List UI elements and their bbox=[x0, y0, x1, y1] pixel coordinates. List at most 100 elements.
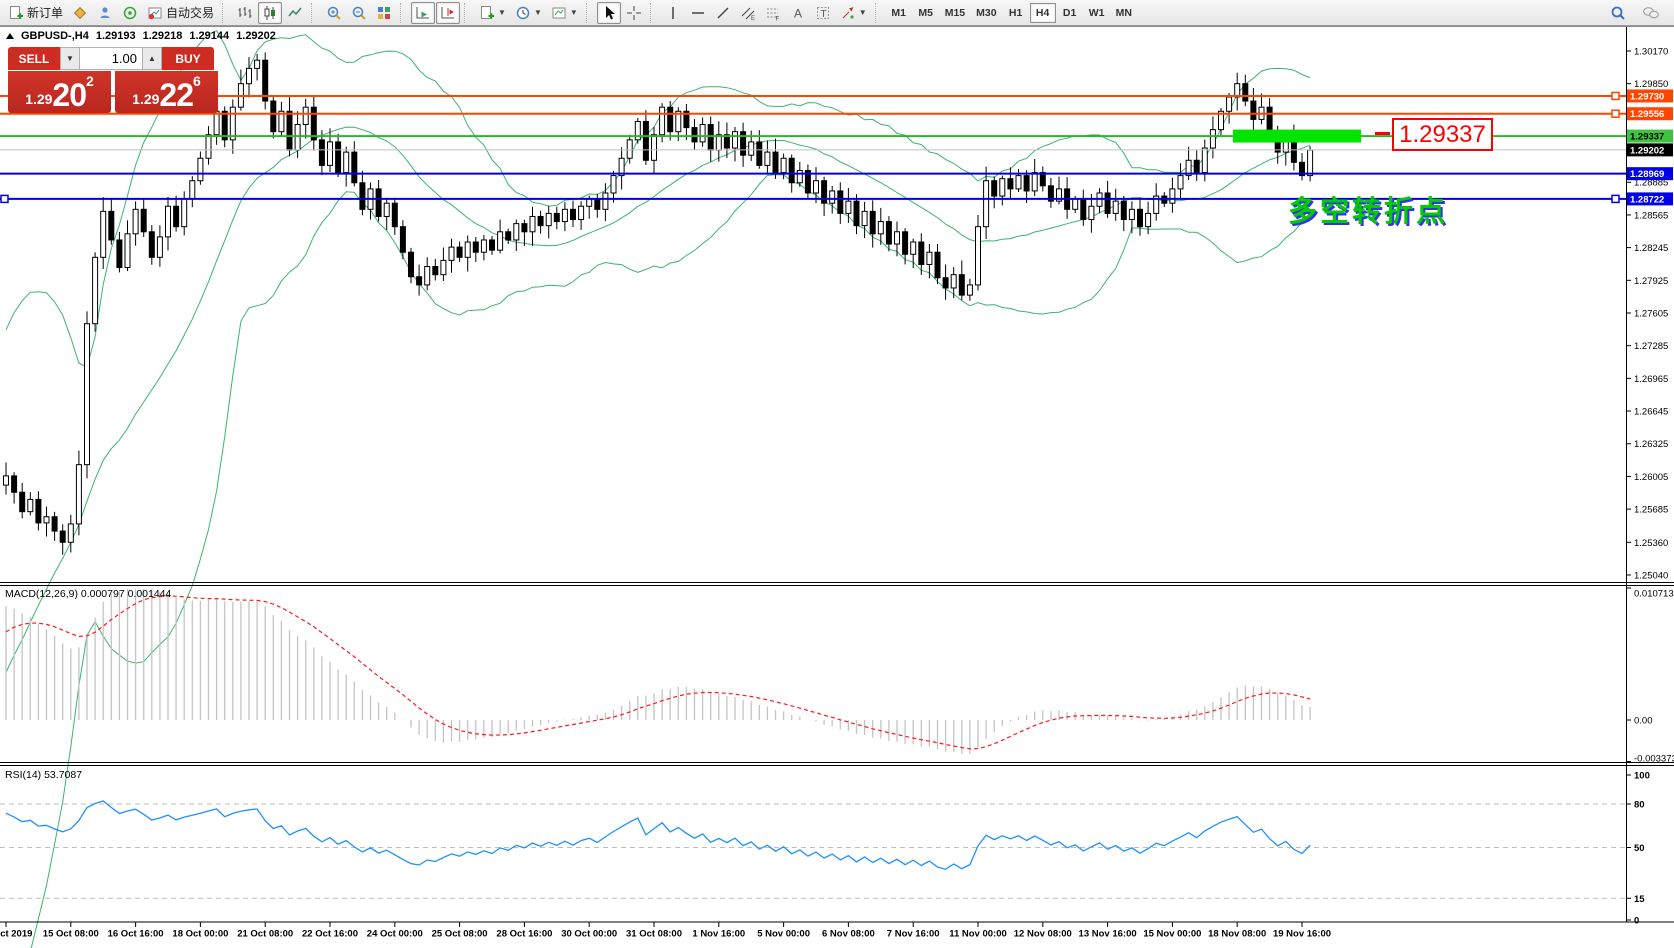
equidistant-channel-button[interactable]: E bbox=[736, 2, 760, 24]
autotrading-button[interactable]: 自动交易 bbox=[143, 2, 218, 24]
candle-body bbox=[417, 277, 422, 285]
chat-icon[interactable] bbox=[1638, 2, 1664, 24]
candle-body bbox=[287, 111, 292, 150]
crosshair-button[interactable] bbox=[622, 2, 646, 24]
cursor-button[interactable] bbox=[597, 2, 621, 24]
axis-label: 19 Nov 16:00 bbox=[1273, 929, 1331, 940]
line-chart-button[interactable] bbox=[283, 2, 307, 24]
candle-body bbox=[214, 111, 219, 134]
new-order-button[interactable]: 新订单 bbox=[4, 2, 67, 24]
axis-label: 28 Oct 16:00 bbox=[496, 929, 552, 940]
candle-body bbox=[166, 206, 171, 237]
text-label-button[interactable]: T bbox=[811, 2, 835, 24]
arrows-button[interactable]: ▼ bbox=[836, 2, 871, 24]
candle-body bbox=[935, 252, 940, 278]
chart-window[interactable]: 1.301701.298501.288851.285651.282451.279… bbox=[0, 26, 1674, 948]
line-handle bbox=[1612, 195, 1619, 202]
axis-label: 1.26645 bbox=[1634, 407, 1668, 418]
axis-label: 15 Oct 08:00 bbox=[43, 929, 99, 940]
candle-body bbox=[911, 242, 916, 254]
volume-decrease-button[interactable]: ▼ bbox=[60, 47, 80, 70]
chart-canvas[interactable]: 1.301701.298501.288851.285651.282451.279… bbox=[0, 26, 1674, 948]
volume-input[interactable] bbox=[80, 47, 142, 70]
candle-body bbox=[992, 181, 997, 196]
candle-body bbox=[311, 107, 316, 140]
zoom-out-button[interactable] bbox=[347, 2, 371, 24]
search-icon[interactable] bbox=[1606, 2, 1630, 24]
candle-body bbox=[125, 234, 130, 268]
trendline-icon bbox=[715, 5, 731, 21]
timeframe-m30-button[interactable]: M30 bbox=[971, 3, 1001, 23]
new-order-icon bbox=[8, 5, 24, 21]
tile-windows-button[interactable] bbox=[372, 2, 396, 24]
axis-label: 22 Oct 16:00 bbox=[302, 929, 358, 940]
candle-body bbox=[514, 224, 519, 240]
buy-button[interactable]: BUY bbox=[162, 47, 214, 70]
candle-body bbox=[465, 242, 470, 257]
chevron-down-icon: ▼ bbox=[859, 8, 867, 17]
templates-button[interactable]: ▼ bbox=[547, 2, 582, 24]
timeframe-m5-button[interactable]: M5 bbox=[913, 3, 939, 23]
candle-body bbox=[1008, 179, 1013, 189]
candle-body bbox=[870, 211, 875, 233]
auto-scroll-button[interactable] bbox=[411, 2, 435, 24]
periods-button[interactable]: ▼ bbox=[511, 2, 546, 24]
horizontal-line-button[interactable] bbox=[686, 2, 710, 24]
macd-signal-line bbox=[6, 596, 1310, 749]
chevron-down-icon: ▼ bbox=[570, 8, 578, 17]
axis-label: 24 Oct 00:00 bbox=[367, 929, 423, 940]
axis-label: 31 Oct 08:00 bbox=[626, 929, 682, 940]
vertical-line-icon bbox=[665, 5, 681, 21]
toolbar-separator bbox=[222, 3, 229, 23]
candle-body bbox=[133, 209, 138, 234]
axis-label: 0.00 bbox=[1634, 716, 1653, 727]
candle-body bbox=[506, 232, 511, 240]
rsi-indicator-label: RSI(14) 53.7087 bbox=[5, 769, 82, 781]
candle-body bbox=[1016, 176, 1021, 189]
candle-body bbox=[344, 152, 349, 172]
buy-price-display[interactable]: 1.29 22 6 bbox=[115, 71, 218, 113]
candle-body bbox=[319, 140, 324, 166]
candle-body bbox=[498, 232, 503, 250]
fibonacci-button[interactable]: F bbox=[761, 2, 785, 24]
axis-label: 16 Oct 16:00 bbox=[108, 929, 164, 940]
timeframe-m15-button[interactable]: M15 bbox=[940, 3, 970, 23]
chart-shift-button[interactable] bbox=[436, 2, 460, 24]
signals-button[interactable] bbox=[118, 2, 142, 24]
candle-body bbox=[530, 216, 535, 231]
candle-body bbox=[562, 209, 567, 221]
bar-chart-button[interactable] bbox=[233, 2, 257, 24]
quote-low: 1.29144 bbox=[189, 30, 229, 42]
candle-body bbox=[190, 181, 195, 199]
candlestick-chart-button[interactable] bbox=[258, 2, 282, 24]
market-watch-button[interactable] bbox=[93, 2, 117, 24]
candle-body bbox=[441, 260, 446, 274]
volume-increase-button[interactable]: ▲ bbox=[142, 47, 162, 70]
zoom-in-button[interactable] bbox=[322, 2, 346, 24]
timeframe-d1-button[interactable]: D1 bbox=[1057, 3, 1083, 23]
candle-body bbox=[967, 285, 972, 295]
axis-label: 50 bbox=[1634, 843, 1645, 854]
timeframe-w1-button[interactable]: W1 bbox=[1084, 3, 1110, 23]
timeframe-h1-button[interactable]: H1 bbox=[1003, 3, 1029, 23]
metaeditor-button[interactable] bbox=[68, 2, 92, 24]
chinese-annotation: 多空转折点 bbox=[1288, 188, 1448, 230]
sell-price-display[interactable]: 1.29 20 2 bbox=[8, 71, 111, 113]
signals-icon bbox=[122, 5, 138, 21]
text-button[interactable]: A bbox=[786, 2, 810, 24]
axis-label: 1.29202 bbox=[1630, 145, 1664, 156]
timeframe-h4-button[interactable]: H4 bbox=[1030, 3, 1056, 23]
buy-price-prefix: 1.29 bbox=[132, 91, 159, 107]
collapse-panel-icon[interactable] bbox=[6, 33, 14, 39]
candle-body bbox=[1032, 173, 1037, 191]
candle-body bbox=[943, 278, 948, 288]
candle-body bbox=[76, 465, 81, 524]
sell-button[interactable]: SELL bbox=[8, 47, 60, 70]
vertical-line-button[interactable] bbox=[661, 2, 685, 24]
timeframe-m1-button[interactable]: M1 bbox=[886, 3, 912, 23]
trendline-button[interactable] bbox=[711, 2, 735, 24]
indicators-button[interactable]: ▼ bbox=[475, 2, 510, 24]
candle-body bbox=[109, 211, 114, 240]
timeframe-mn-button[interactable]: MN bbox=[1111, 3, 1137, 23]
bollinger-lower-band bbox=[6, 175, 1310, 948]
